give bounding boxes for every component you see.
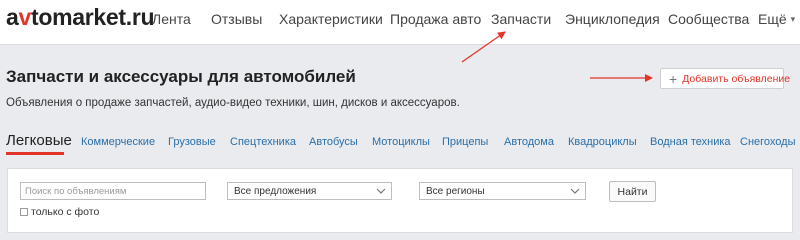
- caret-down-icon: ▾: [790, 14, 796, 24]
- tab-buses[interactable]: Автобусы: [309, 136, 358, 148]
- nav-item-more-label: Ещё: [758, 11, 787, 27]
- tab-motorhomes[interactable]: Автодома: [504, 136, 554, 148]
- nav-item-communities[interactable]: Сообщества: [668, 11, 749, 27]
- add-listing-button[interactable]: + Добавить объявление: [660, 68, 790, 89]
- tab-atvs[interactable]: Квадроциклы: [568, 136, 637, 148]
- tab-snowmobiles[interactable]: Снегоходы: [740, 136, 795, 148]
- nav-item-encyclopedia[interactable]: Энциклопедия: [565, 11, 660, 27]
- tab-watercraft[interactable]: Водная техника: [650, 136, 731, 148]
- tab-motorcycles[interactable]: Мотоциклы: [372, 136, 430, 148]
- nav-item-parts[interactable]: Запчасти: [491, 11, 551, 27]
- chevron-down-icon: [570, 188, 580, 194]
- regions-select[interactable]: Все регионы: [419, 182, 586, 200]
- tab-passenger-cars[interactable]: Легковые: [6, 132, 72, 149]
- active-tab-underline: [6, 152, 64, 155]
- chevron-down-icon: [376, 188, 386, 194]
- page-description: Объявления о продаже запчастей, аудио-ви…: [6, 97, 460, 109]
- tab-commercial[interactable]: Коммерческие: [81, 136, 155, 148]
- nav-item-reviews[interactable]: Отзывы: [211, 11, 262, 27]
- plus-icon: +: [669, 70, 678, 87]
- nav-item-more[interactable]: Ещё ▾: [758, 11, 795, 27]
- add-listing-label: Добавить объявление: [682, 72, 791, 85]
- offers-select[interactable]: Все предложения: [227, 182, 392, 200]
- photo-only-checkbox[interactable]: [20, 208, 28, 216]
- page-title: Запчасти и аксессуары для автомобилей: [6, 67, 356, 86]
- nav-item-car-sales[interactable]: Продажа авто: [390, 11, 481, 27]
- photo-only-label: только с фото: [31, 206, 100, 218]
- find-button[interactable]: Найти: [609, 181, 656, 202]
- nav-item-feed[interactable]: Лента: [152, 11, 191, 27]
- regions-select-value: Все регионы: [426, 185, 485, 197]
- tab-trailers[interactable]: Прицепы: [442, 136, 488, 148]
- tab-trucks[interactable]: Грузовые: [168, 136, 216, 148]
- filter-panel: [7, 168, 793, 233]
- site-logo[interactable]: avtomarket.ru: [6, 4, 155, 31]
- offers-select-value: Все предложения: [234, 185, 317, 197]
- tab-special-machinery[interactable]: Спецтехника: [230, 136, 296, 148]
- top-navigation-bar: avtomarket.ru Лента Отзывы Характеристик…: [0, 0, 800, 45]
- search-input[interactable]: [20, 182, 206, 200]
- nav-item-specs[interactable]: Характеристики: [279, 11, 383, 27]
